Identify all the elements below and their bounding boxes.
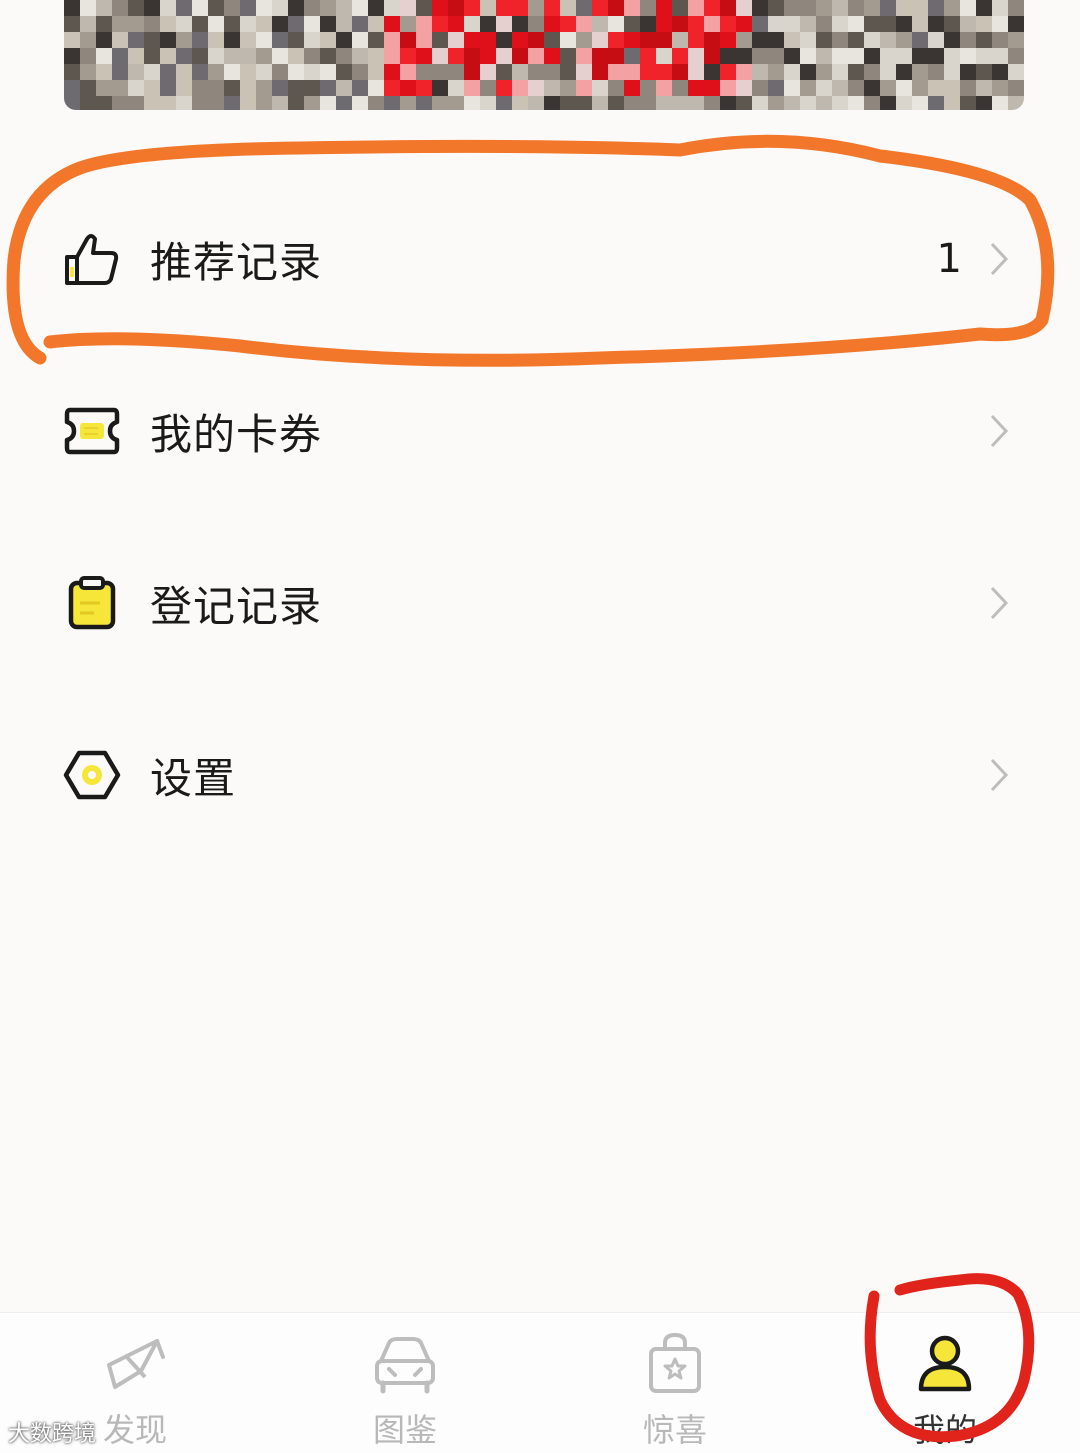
tab-gallery[interactable]: 图鉴 [270,1313,540,1453]
coupon-icon [62,401,122,461]
tab-surprise[interactable]: 惊喜 [540,1313,810,1453]
discover-icon [107,1339,165,1389]
pixelated-banner-image[interactable] [64,0,1024,110]
settings-hexagon-icon [62,745,122,805]
menu-item-recommend-records[interactable]: 推荐记录 1 [0,199,1080,319]
profile-icon [918,1335,972,1392]
menu-item-registration-records[interactable]: 登记记录 [0,543,1080,663]
tab-label: 图鉴 [372,1411,437,1449]
chevron-right-icon [990,758,1009,792]
watermark: 大数跨境 [8,1422,97,1447]
menu-item-my-coupons[interactable]: 我的卡券 [0,371,1080,491]
bottom-tab-bar: 发现 图鉴 惊喜 我的 [0,1312,1080,1453]
chevron-right-icon [990,414,1009,448]
menu-item-label: 设置 [150,753,237,803]
tab-mine[interactable]: 我的 [810,1313,1080,1453]
tab-label: 惊喜 [642,1411,707,1449]
menu-item-settings[interactable]: 设置 [0,715,1080,835]
clipboard-icon [62,573,122,633]
tab-label: 我的 [912,1411,977,1449]
gift-bag-icon [649,1332,701,1393]
thumbs-up-icon [62,229,122,289]
menu-item-label: 登记记录 [150,581,323,631]
recommend-count: 1 [936,236,962,282]
chevron-right-icon [990,586,1009,620]
chevron-right-icon [990,242,1009,276]
car-icon [375,1337,435,1394]
menu-item-label: 推荐记录 [150,237,323,287]
menu-item-label: 我的卡券 [150,409,323,459]
